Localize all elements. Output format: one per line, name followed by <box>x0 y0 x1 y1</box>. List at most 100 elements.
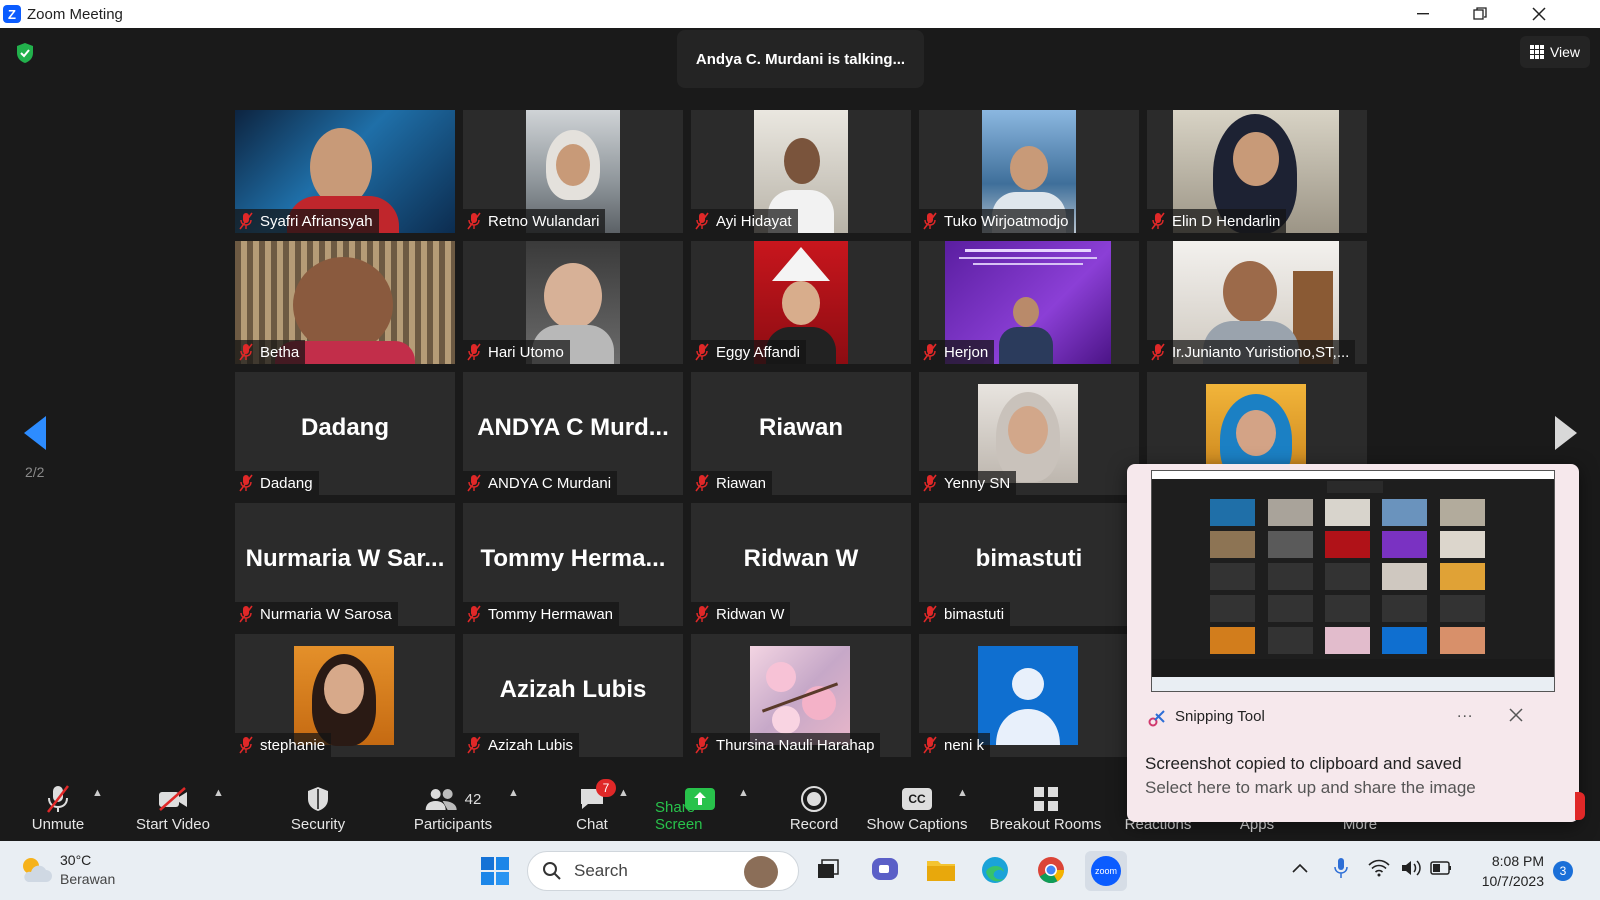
participant-tile[interactable]: Nurmaria W Sar... Nurmaria W Sarosa <box>235 503 455 626</box>
participant-tile[interactable]: Dadang Dadang <box>235 372 455 495</box>
microphone-muted-icon <box>695 736 709 754</box>
previous-page-arrow-icon[interactable] <box>24 416 46 450</box>
window-title: Zoom Meeting <box>27 5 123 23</box>
participant-tile[interactable]: Syafri Afriansyah <box>235 110 455 233</box>
encryption-shield-icon[interactable] <box>15 42 35 64</box>
participant-name-label: Nurmaria W Sarosa <box>235 602 398 626</box>
participant-name-label: Yenny SN <box>919 471 1017 495</box>
partly-cloudy-icon <box>23 858 52 882</box>
end-meeting-button-edge[interactable] <box>1575 792 1585 820</box>
participant-tile[interactable]: Herjon <box>919 241 1139 364</box>
participant-name-label: ANDYA C Murdani <box>463 471 618 495</box>
participant-name-label: Syafri Afriansyah <box>235 209 379 233</box>
participant-tile[interactable]: Eggy Affandi <box>691 241 911 364</box>
volume-icon[interactable] <box>1400 859 1422 877</box>
participant-name-label: Azizah Lubis <box>463 733 580 757</box>
security-button[interactable]: Security <box>283 773 353 841</box>
windows-start-icon[interactable] <box>480 856 510 886</box>
file-explorer-icon[interactable] <box>925 855 957 883</box>
view-label: View <box>1549 44 1581 60</box>
weather-widget[interactable]: 30°C Berawan <box>18 851 115 889</box>
participants-button[interactable]: 42 Participants <box>406 773 500 841</box>
teams-chat-icon[interactable] <box>870 856 900 884</box>
microphone-muted-icon <box>467 212 481 230</box>
toast-app-name: Snipping Tool <box>1175 708 1265 725</box>
toast-more-options-icon[interactable]: ... <box>1457 704 1473 722</box>
participant-name-label: Dadang <box>235 471 319 495</box>
share-screen-button[interactable]: Share Screen <box>655 773 745 841</box>
participant-tile[interactable]: ANDYA C Murd... ANDYA C Murdani <box>463 372 683 495</box>
screenshot-thumbnail[interactable] <box>1151 470 1555 692</box>
close-button[interactable] <box>1516 0 1562 28</box>
chat-button[interactable]: 7 Chat <box>560 773 624 841</box>
taskbar-clock[interactable]: 8:08 PM 10/7/2023 <box>1462 851 1544 891</box>
edge-browser-icon[interactable] <box>980 855 1010 885</box>
participant-tile[interactable]: Ridwan W Ridwan W <box>691 503 911 626</box>
participant-tile[interactable]: Ir.Junianto Yuristiono,ST,... <box>1147 241 1367 364</box>
wifi-icon[interactable] <box>1368 859 1390 877</box>
windows-taskbar: 30°C Berawan Search zoom 8:08 PM 10/7/20… <box>0 841 1600 900</box>
captions-options-caret-icon[interactable]: ▲ <box>957 787 968 799</box>
participant-tile[interactable]: bimastuti bimastuti <box>919 503 1139 626</box>
participant-tile[interactable]: Ayi Hidayat <box>691 110 911 233</box>
participants-icon <box>425 789 457 810</box>
microphone-muted-icon <box>47 785 69 813</box>
microphone-muted-icon <box>467 605 481 623</box>
next-page-arrow-icon[interactable] <box>1555 416 1577 450</box>
minimize-button[interactable] <box>1400 0 1446 28</box>
microphone-muted-icon <box>239 212 253 230</box>
chat-options-caret-icon[interactable]: ▲ <box>618 787 629 799</box>
microphone-muted-icon <box>923 605 937 623</box>
participant-display-name: Ridwan W <box>743 545 859 572</box>
taskbar-search-input[interactable]: Search <box>527 851 799 891</box>
share-options-caret-icon[interactable]: ▲ <box>738 787 749 799</box>
microphone-tray-icon[interactable] <box>1334 857 1348 881</box>
zoom-taskbar-button[interactable]: zoom <box>1085 851 1127 891</box>
security-shield-icon <box>308 787 328 811</box>
participant-name-label: Ridwan W <box>691 602 791 626</box>
participant-tile[interactable]: Thursina Nauli Harahap <box>691 634 911 757</box>
participant-tile[interactable]: Retno Wulandari <box>463 110 683 233</box>
microphone-muted-icon <box>923 474 937 492</box>
toast-close-icon[interactable] <box>1509 708 1523 722</box>
breakout-rooms-icon <box>1033 787 1058 811</box>
battery-icon[interactable] <box>1430 861 1452 875</box>
chrome-browser-icon[interactable] <box>1036 855 1066 885</box>
participant-tile[interactable]: Riawan Riawan <box>691 372 911 495</box>
participant-tile[interactable]: Betha <box>235 241 455 364</box>
participant-name-label: Tuko Wirjoatmodjo <box>919 209 1075 233</box>
participant-video <box>978 384 1078 483</box>
microphone-muted-icon <box>239 736 253 754</box>
participant-tile[interactable]: stephanie <box>235 634 455 757</box>
participant-name-label: stephanie <box>235 733 332 757</box>
participant-tile[interactable]: Tommy Herma... Tommy Hermawan <box>463 503 683 626</box>
view-button[interactable]: View <box>1520 36 1590 68</box>
unmute-button[interactable]: Unmute <box>22 773 94 841</box>
microphone-muted-icon <box>695 605 709 623</box>
snipping-tool-app-icon <box>1148 710 1165 727</box>
participant-tile[interactable]: neni k <box>919 634 1139 757</box>
participant-name-label: Betha <box>235 340 306 364</box>
audio-options-caret-icon[interactable]: ▲ <box>92 787 103 799</box>
notification-count-badge[interactable]: 3 <box>1553 861 1573 881</box>
show-hidden-icons-chevron-icon[interactable] <box>1292 863 1308 873</box>
participant-tile[interactable]: Tuko Wirjoatmodjo <box>919 110 1139 233</box>
participant-tile[interactable]: Hari Utomo <box>463 241 683 364</box>
participant-tile[interactable]: Yenny SN <box>919 372 1139 495</box>
task-view-icon[interactable] <box>815 857 841 883</box>
participant-name-label: Hari Utomo <box>463 340 570 364</box>
video-options-caret-icon[interactable]: ▲ <box>213 787 224 799</box>
breakout-rooms-button[interactable]: Breakout Rooms <box>988 773 1103 841</box>
microphone-muted-icon <box>695 474 709 492</box>
restore-button[interactable] <box>1457 0 1503 28</box>
microphone-muted-icon <box>695 343 709 361</box>
toast-subtitle: Select here to mark up and share the ima… <box>1145 778 1476 797</box>
participants-options-caret-icon[interactable]: ▲ <box>508 787 519 799</box>
record-button[interactable]: Record <box>783 773 845 841</box>
participant-tile[interactable]: Azizah Lubis Azizah Lubis <box>463 634 683 757</box>
search-highlight-icon <box>744 856 778 888</box>
snipping-tool-notification[interactable]: Snipping Tool ... Screenshot copied to c… <box>1127 464 1579 822</box>
show-captions-button[interactable]: CC Show Captions <box>866 773 968 841</box>
participant-tile[interactable]: Elin D Hendarlin <box>1147 110 1367 233</box>
start-video-button[interactable]: Start Video <box>128 773 218 841</box>
